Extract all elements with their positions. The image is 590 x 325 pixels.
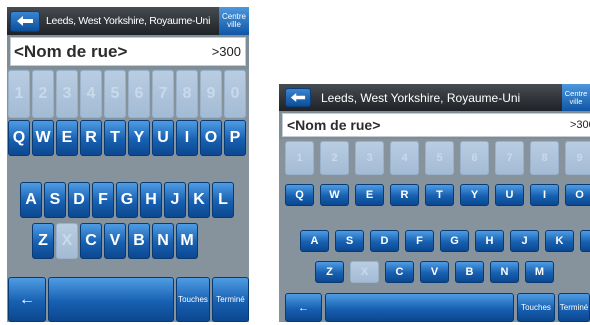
key-e[interactable]: E — [355, 184, 384, 206]
key-k[interactable]: K — [545, 230, 574, 252]
key-v[interactable]: V — [104, 223, 126, 259]
street-name-placeholder: <Nom de rue> — [14, 41, 128, 61]
key-7: 7 — [495, 141, 524, 175]
header-bar: Leeds, West Yorkshire, Royaume-Uni Centr… — [7, 7, 249, 35]
key-i[interactable]: I — [530, 184, 559, 206]
key-1: 1 — [285, 141, 314, 175]
key-o[interactable]: O — [200, 120, 222, 156]
back-arrow-icon — [17, 16, 33, 26]
space-bar[interactable] — [325, 293, 514, 322]
key-h[interactable]: H — [475, 230, 504, 252]
key-v[interactable]: V — [420, 261, 449, 283]
key-a[interactable]: A — [20, 182, 42, 218]
key-g[interactable]: G — [440, 230, 469, 252]
key-8: 8 — [530, 141, 559, 175]
key-z[interactable]: Z — [315, 261, 344, 283]
key-w[interactable]: W — [320, 184, 349, 206]
street-name-placeholder: <Nom de rue> — [287, 117, 381, 133]
key-i[interactable]: I — [176, 120, 198, 156]
key-l[interactable]: L — [580, 230, 590, 252]
key-x: X — [56, 223, 78, 259]
key-4: 4 — [80, 70, 102, 118]
keys-button[interactable]: Touches — [176, 277, 210, 322]
key-r[interactable]: R — [390, 184, 419, 206]
done-button[interactable]: Terminé — [212, 277, 249, 322]
key-c[interactable]: C — [385, 261, 414, 283]
key-e[interactable]: E — [56, 120, 78, 156]
key-f[interactable]: F — [92, 182, 114, 218]
key-x: X — [350, 261, 379, 283]
key-y[interactable]: Y — [128, 120, 150, 156]
key-2: 2 — [32, 70, 54, 118]
key-u[interactable]: U — [152, 120, 174, 156]
key-m[interactable]: M — [176, 223, 198, 259]
key-3: 3 — [56, 70, 78, 118]
key-q[interactable]: Q — [285, 184, 314, 206]
street-search-input[interactable]: <Nom de rue> >300 — [10, 37, 246, 66]
back-arrow-icon — [290, 93, 306, 102]
key-1: 1 — [8, 70, 30, 118]
key-b[interactable]: B — [455, 261, 484, 283]
back-button[interactable] — [10, 10, 40, 32]
key-z[interactable]: Z — [32, 223, 54, 259]
key-3: 3 — [355, 141, 384, 175]
key-k[interactable]: K — [188, 182, 210, 218]
key-0: 0 — [224, 70, 246, 118]
key-4: 4 — [390, 141, 419, 175]
keys-button[interactable]: Touches — [517, 293, 555, 322]
key-9: 9 — [200, 70, 222, 118]
key-d[interactable]: D — [68, 182, 90, 218]
result-count: >300 — [211, 44, 241, 59]
done-button[interactable]: Terminé — [558, 293, 590, 322]
backspace-key[interactable]: ← — [8, 277, 46, 322]
key-n[interactable]: N — [490, 261, 519, 283]
result-count: >300 — [570, 119, 590, 131]
key-t[interactable]: T — [425, 184, 454, 206]
key-t[interactable]: T — [104, 120, 126, 156]
key-r[interactable]: R — [80, 120, 102, 156]
key-9: 9 — [565, 141, 590, 175]
key-5: 5 — [425, 141, 454, 175]
space-bar[interactable] — [48, 277, 174, 322]
back-button[interactable] — [285, 88, 311, 107]
key-o[interactable]: O — [565, 184, 590, 206]
key-6: 6 — [128, 70, 150, 118]
key-f[interactable]: F — [405, 230, 434, 252]
key-w[interactable]: W — [32, 120, 54, 156]
keyboard-screen-left: Leeds, West Yorkshire, Royaume-Uni Centr… — [7, 7, 249, 322]
backspace-key[interactable]: ← — [285, 293, 322, 322]
key-d[interactable]: D — [370, 230, 399, 252]
key-c[interactable]: C — [80, 223, 102, 259]
key-8: 8 — [176, 70, 198, 118]
key-5: 5 — [104, 70, 126, 118]
key-6: 6 — [460, 141, 489, 175]
key-m[interactable]: M — [525, 261, 554, 283]
key-p[interactable]: P — [224, 120, 246, 156]
key-s[interactable]: S — [335, 230, 364, 252]
key-j[interactable]: J — [510, 230, 539, 252]
address-label: Leeds, West Yorkshire, Royaume-Uni — [321, 90, 521, 105]
key-q[interactable]: Q — [8, 120, 30, 156]
street-search-input[interactable]: <Nom de rue> >300 — [282, 113, 590, 137]
address-label: Leeds, West Yorkshire, Royaume-Uni — [46, 15, 211, 27]
keyboard-screen-right: Leeds, West Yorkshire, Royaume-Uni Centr… — [279, 84, 590, 322]
key-s[interactable]: S — [44, 182, 66, 218]
key-j[interactable]: J — [164, 182, 186, 218]
key-7: 7 — [152, 70, 174, 118]
key-h[interactable]: H — [140, 182, 162, 218]
header-bar: Leeds, West Yorkshire, Royaume-Uni Centr… — [279, 84, 590, 111]
key-u[interactable]: U — [495, 184, 524, 206]
key-n[interactable]: N — [152, 223, 174, 259]
centre-ville-button[interactable]: Centre ville — [219, 7, 249, 35]
centre-ville-button[interactable]: Centre ville — [562, 84, 590, 111]
key-y[interactable]: Y — [460, 184, 489, 206]
key-b[interactable]: B — [128, 223, 150, 259]
key-g[interactable]: G — [116, 182, 138, 218]
key-a[interactable]: A — [300, 230, 329, 252]
key-2: 2 — [320, 141, 349, 175]
key-l[interactable]: L — [212, 182, 234, 218]
